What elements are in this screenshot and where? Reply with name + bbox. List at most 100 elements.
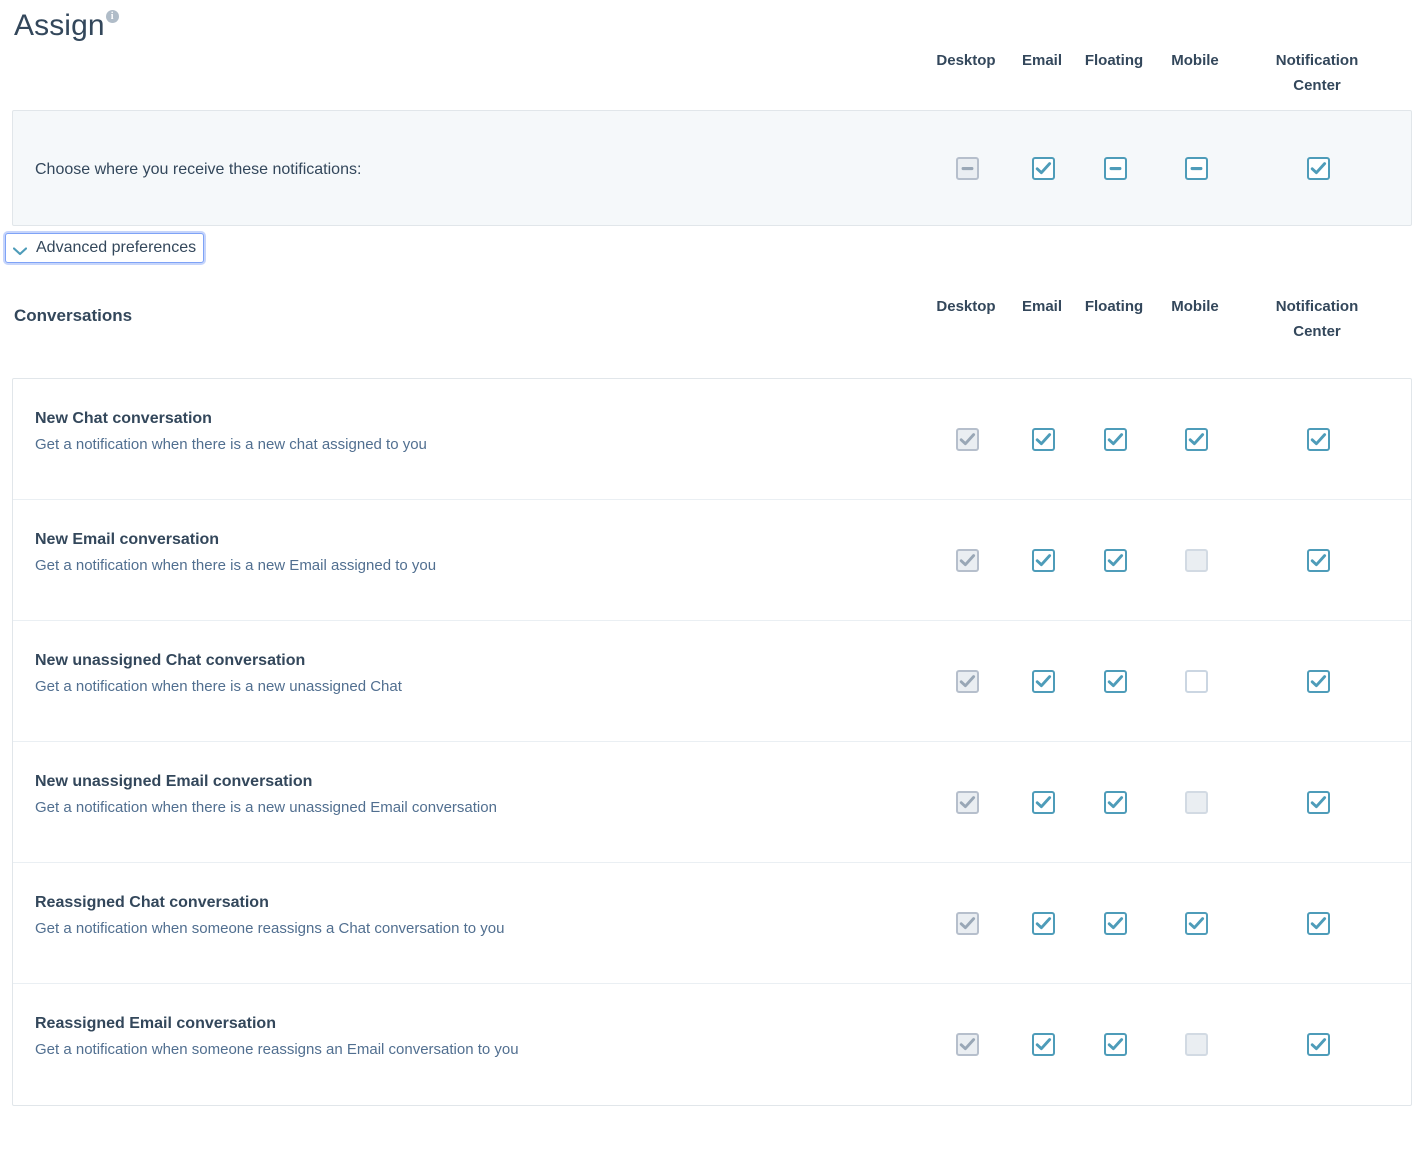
section-column-header-email: Email [1021,298,1063,315]
row-text: New Chat conversation Get a notification … [35,408,427,455]
info-icon[interactable]: i [105,10,119,23]
cell-floating [1073,500,1157,620]
checkbox-floating[interactable] [1103,911,1127,935]
cell-floating [1073,863,1157,983]
row-title: New Chat conversation [35,410,212,427]
checkbox-floating[interactable] [1103,548,1127,572]
row-text: New unassigned Email conversation Get a n… [35,771,497,818]
section-column-header-mobile: Mobile [1171,298,1219,315]
row-description: Get a notification when there is a new u… [35,678,402,695]
checkbox-notification-center[interactable] [1306,790,1330,814]
cell-email [1015,863,1071,983]
checkbox-email[interactable] [1031,911,1055,935]
checkbox-floating[interactable] [1103,1033,1127,1056]
column-header-mobile: Mobile [1171,52,1219,69]
summary-label: Choose where you receive these notificat… [35,161,362,178]
notification-preferences-page: Assign i Desktop Email Floating Mobile No… [0,0,1424,1156]
checkbox-notification-center[interactable] [1306,427,1330,451]
summary-checkbox-floating[interactable] [1103,156,1127,180]
checkbox-notification-center[interactable] [1306,669,1330,693]
conversations-table: New Chat conversation Get a notification … [12,378,1412,1106]
row-title: Reassigned Email conversation [35,1015,276,1032]
checkbox-email[interactable] [1031,669,1055,693]
cell-notification-center [1255,621,1381,741]
cell-mobile [1160,863,1232,983]
cell-mobile [1160,984,1232,1105]
checkbox-mobile [1184,548,1208,572]
section-column-header-floating: Floating [1084,298,1144,315]
table-row: New unassigned Chat conversation Get a no… [13,621,1411,742]
cell-email [1015,379,1071,499]
cell-mobile [1160,742,1232,862]
cell-email [1015,500,1071,620]
table-row: Reassigned Email conversation Get a notif… [13,984,1411,1105]
checkbox-floating[interactable] [1103,669,1127,693]
checkbox-mobile[interactable] [1184,669,1208,693]
row-description: Get a notification when someone reassign… [35,920,505,937]
cell-desktop [917,863,1017,983]
checkbox-desktop [955,427,979,451]
cell-notification-center [1255,863,1381,983]
checkbox-desktop [955,790,979,814]
chevron-down-icon [12,243,28,256]
checkbox-email[interactable] [1031,1033,1055,1056]
row-text: New unassigned Chat conversation Get a no… [35,650,402,697]
summary-cell-desktop [917,111,1017,225]
column-header-desktop: Desktop [936,52,996,69]
section-column-header-notification-center: Notification Center [1275,298,1359,340]
checkbox-desktop [955,911,979,935]
row-text: Reassigned Chat conversation Get a notifi… [35,892,504,939]
row-text: New Email conversation Get a notification… [35,529,436,576]
cell-desktop [917,500,1017,620]
section-column-header-desktop: Desktop [936,298,996,315]
title-row: Assign i [12,0,1412,48]
checkbox-mobile[interactable] [1184,911,1208,935]
cell-mobile [1160,500,1232,620]
checkbox-notification-center[interactable] [1306,1033,1330,1056]
checkbox-email[interactable] [1031,548,1055,572]
advanced-preferences-toggle[interactable]: Advanced preferences [5,233,205,263]
checkbox-desktop [955,548,979,572]
checkbox-email[interactable] [1031,790,1055,814]
cell-desktop [917,984,1017,1105]
row-title: New Email conversation [35,531,220,548]
summary-checkbox-notification-center[interactable] [1306,156,1330,180]
conversations-header-block: Conversations Desktop Email Floating Mob… [12,280,1412,378]
checkbox-mobile [1184,1033,1208,1056]
checkbox-desktop [955,1033,979,1056]
cell-mobile [1160,621,1232,741]
table-row: New Chat conversation Get a notification … [13,379,1411,500]
column-header-notification-center: Notification Center [1275,52,1359,94]
cell-notification-center [1255,379,1381,499]
checkbox-notification-center[interactable] [1306,911,1330,935]
checkbox-desktop [955,669,979,693]
checkbox-email[interactable] [1031,427,1055,451]
checkbox-floating[interactable] [1103,790,1127,814]
table-row: Reassigned Chat conversation Get a notifi… [13,863,1411,984]
summary-cell-notification-center [1255,111,1381,225]
cell-desktop [917,742,1017,862]
cell-floating [1073,379,1157,499]
section-title-conversations: Conversations [14,306,133,325]
cell-floating [1073,984,1157,1105]
cell-notification-center [1255,500,1381,620]
checkbox-notification-center[interactable] [1306,548,1330,572]
row-description: Get a notification when there is a new E… [35,557,437,574]
summary-checkbox-desktop[interactable] [955,156,979,180]
row-title: New unassigned Email conversation [35,773,313,790]
summary-checkbox-mobile[interactable] [1184,156,1208,180]
checkbox-floating[interactable] [1103,427,1127,451]
summary-cell-email [1015,111,1071,225]
table-row: New Email conversation Get a notification… [13,500,1411,621]
cell-desktop [917,379,1017,499]
page-title: Assign [14,9,105,42]
summary-cell-mobile [1160,111,1232,225]
row-description: Get a notification when someone reassign… [35,1041,519,1058]
cell-floating [1073,621,1157,741]
advanced-preferences-wrapper: Advanced preferences [5,233,205,263]
checkbox-mobile[interactable] [1184,427,1208,451]
cell-notification-center [1255,984,1381,1105]
advanced-preferences-label: Advanced preferences [36,239,197,256]
cell-email [1015,742,1071,862]
summary-checkbox-email[interactable] [1031,156,1055,180]
